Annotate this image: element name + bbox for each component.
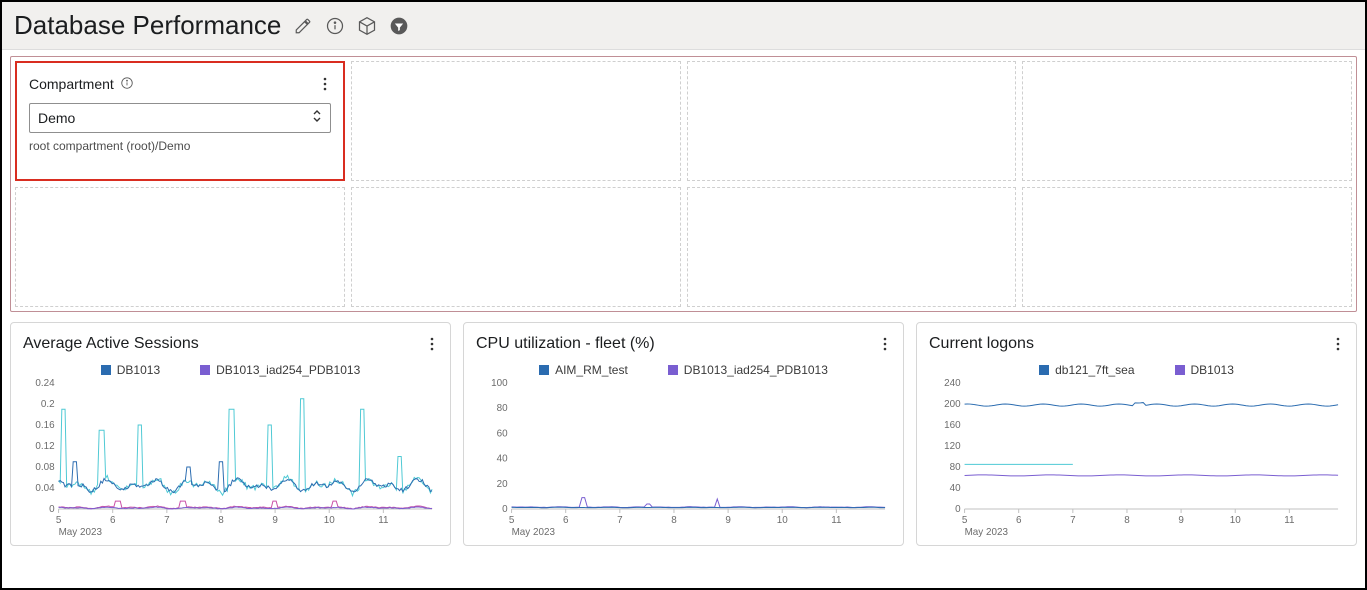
chevron-updown-icon [312, 109, 322, 128]
legend-label: DB1013 [117, 363, 160, 377]
svg-text:0: 0 [49, 504, 55, 515]
info-icon[interactable] [325, 16, 345, 36]
charts-row: Average Active Sessions DB1013 DB1013_ia… [2, 318, 1365, 554]
svg-text:8: 8 [671, 515, 677, 526]
info-icon[interactable] [120, 76, 134, 93]
svg-text:0.2: 0.2 [41, 399, 55, 410]
chart-card-aas: Average Active Sessions DB1013 DB1013_ia… [10, 322, 451, 546]
svg-text:5: 5 [962, 515, 968, 526]
svg-text:May 2023: May 2023 [965, 527, 1009, 538]
cube-icon[interactable] [357, 16, 377, 36]
compartment-path: root compartment (root)/Demo [29, 139, 331, 153]
legend-item[interactable]: DB1013 [101, 363, 160, 377]
svg-text:7: 7 [164, 515, 170, 526]
chart-plot[interactable]: 0 40 80 120 160 200 240 5 6 7 8 9 10 11 May 2023 [929, 379, 1344, 539]
chart-card-cpu: CPU utilization - fleet (%) AIM_RM_test … [463, 322, 904, 546]
legend-item[interactable]: AIM_RM_test [539, 363, 628, 377]
svg-text:May 2023: May 2023 [512, 527, 556, 538]
param-placeholder [687, 61, 1017, 181]
svg-text:May 2023: May 2023 [59, 527, 103, 538]
page-title: Database Performance [14, 10, 281, 41]
legend-label: db121_7ft_sea [1055, 363, 1134, 377]
legend-label: DB1013_iad254_PDB1013 [216, 363, 360, 377]
legend-item[interactable]: DB1013_iad254_PDB1013 [200, 363, 360, 377]
compartment-select[interactable]: Demo [29, 103, 331, 133]
svg-text:0: 0 [955, 504, 961, 515]
legend-label: DB1013 [1191, 363, 1234, 377]
svg-text:5: 5 [56, 515, 62, 526]
parameters-grid: Compartment Demo root compartment (root)… [10, 56, 1357, 312]
svg-text:120: 120 [944, 441, 961, 452]
svg-text:11: 11 [1284, 515, 1295, 526]
svg-text:5: 5 [509, 515, 515, 526]
svg-text:11: 11 [831, 515, 842, 526]
kebab-menu-icon[interactable] [879, 333, 891, 355]
chart-legend: db121_7ft_sea DB1013 [929, 363, 1344, 377]
svg-text:40: 40 [497, 454, 508, 465]
svg-text:10: 10 [324, 515, 335, 526]
legend-label: AIM_RM_test [555, 363, 628, 377]
param-placeholder [1022, 187, 1352, 307]
kebab-menu-icon[interactable] [319, 73, 331, 95]
svg-text:100: 100 [491, 379, 508, 389]
kebab-menu-icon[interactable] [1332, 333, 1344, 355]
chart-card-logons: Current logons db121_7ft_sea DB1013 0 40 8… [916, 322, 1357, 546]
chart-plot[interactable]: 0 20 40 60 80 100 5 6 7 8 9 10 11 May 2023 [476, 379, 891, 539]
svg-text:0.24: 0.24 [35, 379, 55, 389]
svg-text:9: 9 [1178, 515, 1184, 526]
svg-text:7: 7 [617, 515, 623, 526]
svg-text:0: 0 [502, 504, 508, 515]
param-placeholder [351, 61, 681, 181]
svg-text:80: 80 [497, 403, 508, 414]
compartment-panel: Compartment Demo root compartment (root)… [15, 61, 345, 181]
chart-legend: AIM_RM_test DB1013_iad254_PDB1013 [476, 363, 891, 377]
svg-text:240: 240 [944, 379, 961, 389]
svg-text:0.12: 0.12 [35, 441, 55, 452]
kebab-menu-icon[interactable] [426, 333, 438, 355]
svg-text:0.04: 0.04 [35, 483, 55, 494]
svg-text:9: 9 [725, 515, 731, 526]
svg-text:10: 10 [1230, 515, 1241, 526]
svg-text:200: 200 [944, 399, 961, 410]
svg-text:20: 20 [497, 479, 508, 490]
svg-text:7: 7 [1070, 515, 1076, 526]
compartment-label-text: Compartment [29, 76, 114, 92]
legend-item[interactable]: db121_7ft_sea [1039, 363, 1134, 377]
svg-text:160: 160 [944, 420, 961, 431]
param-placeholder [351, 187, 681, 307]
chart-title: Average Active Sessions [23, 335, 199, 353]
param-placeholder [1022, 61, 1352, 181]
svg-text:0.16: 0.16 [35, 420, 55, 431]
svg-text:9: 9 [272, 515, 278, 526]
legend-label: DB1013_iad254_PDB1013 [684, 363, 828, 377]
param-placeholder [15, 187, 345, 307]
svg-text:0.08: 0.08 [35, 462, 55, 473]
svg-text:8: 8 [1124, 515, 1130, 526]
page-header: Database Performance [2, 2, 1365, 50]
svg-text:10: 10 [777, 515, 788, 526]
svg-text:40: 40 [950, 483, 961, 494]
filter-icon[interactable] [389, 16, 409, 36]
svg-text:8: 8 [218, 515, 224, 526]
legend-item[interactable]: DB1013_iad254_PDB1013 [668, 363, 828, 377]
param-placeholder [687, 187, 1017, 307]
legend-item[interactable]: DB1013 [1175, 363, 1234, 377]
chart-title: CPU utilization - fleet (%) [476, 335, 655, 353]
chart-title: Current logons [929, 335, 1034, 353]
svg-text:6: 6 [563, 515, 569, 526]
svg-text:80: 80 [950, 462, 961, 473]
edit-icon[interactable] [293, 16, 313, 36]
svg-text:11: 11 [378, 515, 389, 526]
compartment-select-value: Demo [38, 110, 75, 126]
svg-text:6: 6 [1016, 515, 1022, 526]
svg-text:60: 60 [497, 428, 508, 439]
svg-text:6: 6 [110, 515, 116, 526]
chart-plot[interactable]: 0 0.04 0.08 0.12 0.16 0.2 0.24 5 6 7 8 9 10 11 May 202… [23, 379, 438, 539]
chart-legend: DB1013 DB1013_iad254_PDB1013 [23, 363, 438, 377]
compartment-label: Compartment [29, 76, 134, 93]
